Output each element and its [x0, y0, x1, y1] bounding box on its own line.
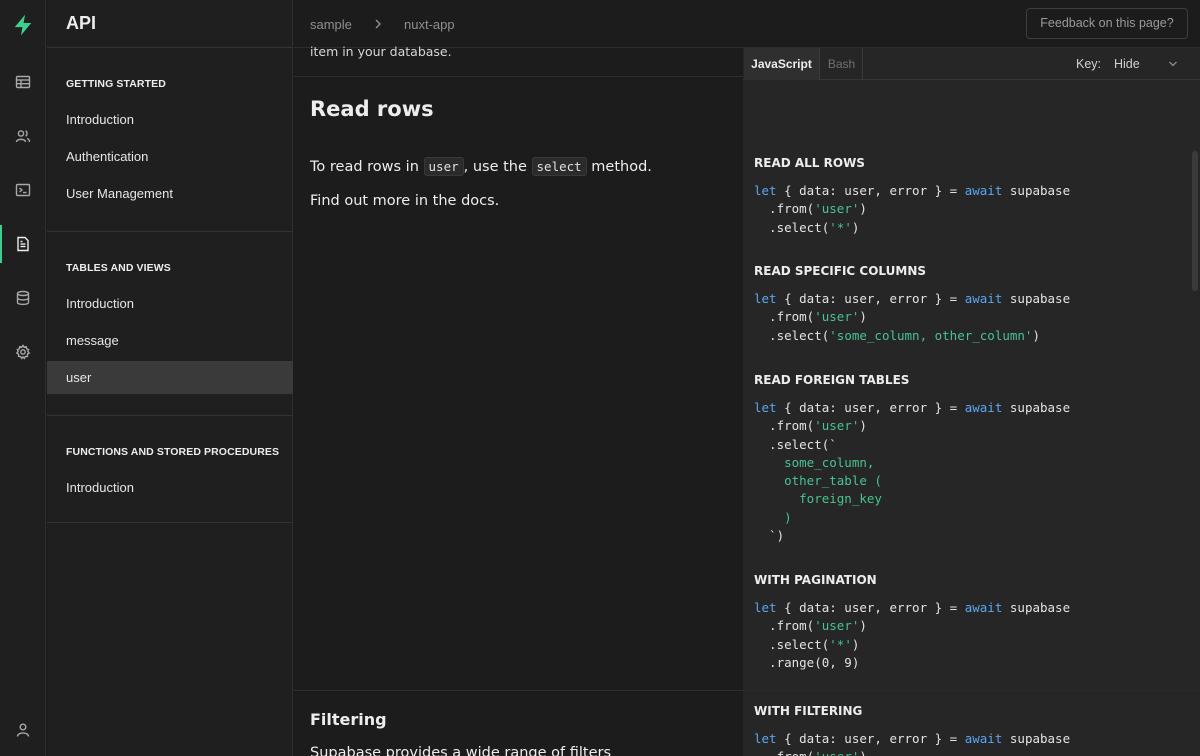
sidebar-item-introduction[interactable]: Introduction: [47, 103, 293, 136]
sidebar-item-user-management[interactable]: User Management: [47, 177, 293, 210]
chevron-right-icon: [375, 19, 381, 29]
database-icon[interactable]: [0, 279, 46, 317]
sidebar-section-tables-and-views: TABLES AND VIEWS Introduction message us…: [47, 231, 293, 415]
read-rows-description: To read rows in user, use the select met…: [310, 157, 652, 176]
docs-content: item in your database. Read rows To read…: [294, 44, 743, 756]
text-fragment: method.: [591, 159, 652, 175]
docs-link-text[interactable]: Find out more in the docs.: [310, 193, 499, 209]
breadcrumb-project[interactable]: sample: [310, 17, 352, 32]
section-title-filtering: Filtering: [310, 710, 387, 729]
section-divider: [294, 690, 743, 691]
text-fragment: To read rows in: [310, 159, 419, 175]
inline-code-method: select: [531, 157, 587, 176]
sidebar-heading: GETTING STARTED: [66, 78, 166, 90]
filtering-description: Supabase provides a wide range of filter…: [310, 745, 612, 756]
code-snippet: let { data: user, error } = await supaba…: [754, 400, 1071, 544]
code-snippet: let { data: user, error } = await supaba…: [754, 183, 1071, 235]
api-docs-icon[interactable]: [0, 225, 46, 263]
scrollbar[interactable]: [1192, 151, 1198, 291]
table-editor-icon[interactable]: [0, 63, 46, 101]
code-block-read-all-rows: READ ALL ROWS let { data: user, error } …: [754, 156, 1070, 237]
key-label: Key:: [1076, 57, 1102, 71]
icon-rail: [0, 0, 46, 756]
sidebar: API GETTING STARTED Introduction Authent…: [47, 0, 293, 756]
sidebar-item-authentication[interactable]: Authentication: [47, 140, 293, 173]
code-block-title: WITH PAGINATION: [754, 573, 877, 587]
settings-icon[interactable]: [0, 333, 46, 371]
profile-icon[interactable]: [0, 711, 46, 749]
code-snippet: let { data: user, error } = await supaba…: [754, 600, 1071, 670]
users-icon[interactable]: [0, 117, 46, 155]
code-block-title: READ SPECIFIC COLUMNS: [754, 264, 927, 278]
breadcrumb-app[interactable]: nuxt-app: [404, 17, 455, 32]
tab-bash[interactable]: Bash: [821, 48, 863, 80]
sql-terminal-icon[interactable]: [0, 171, 46, 209]
code-panel: JavaScript Bash Key: Hide READ ALL ROWS …: [743, 48, 1200, 756]
code-snippet: let { data: user, error } = await supaba…: [754, 291, 1071, 343]
sidebar-heading: FUNCTIONS AND STORED PROCEDURES: [66, 446, 280, 458]
chevron-down-icon[interactable]: [1168, 60, 1178, 68]
code-block-title: READ ALL ROWS: [754, 156, 865, 170]
code-block-read-foreign-tables: READ FOREIGN TABLES let { data: user, er…: [754, 373, 1070, 545]
sidebar-title: API: [66, 13, 97, 33]
sidebar-item-functions-introduction[interactable]: Introduction: [47, 471, 293, 504]
sidebar-section-getting-started: GETTING STARTED Introduction Authenticat…: [47, 47, 293, 231]
sidebar-item-user[interactable]: user: [47, 361, 293, 394]
feedback-button[interactable]: Feedback on this page?: [1026, 8, 1188, 39]
code-block-read-specific-columns: READ SPECIFIC COLUMNS let { data: user, …: [754, 264, 1070, 345]
truncated-paragraph: item in your database.: [310, 44, 452, 59]
language-tabs: JavaScript Bash Key: Hide: [743, 48, 1200, 80]
code-block-with-pagination: WITH PAGINATION let { data: user, error …: [754, 573, 1070, 672]
section-divider: [294, 76, 743, 77]
inline-code-table: user: [423, 157, 464, 176]
key-select[interactable]: Hide: [1114, 57, 1140, 71]
text-fragment: , use the: [463, 159, 527, 175]
tab-javascript[interactable]: JavaScript: [744, 48, 820, 80]
code-snippet: let { data: user, error } = await supaba…: [754, 731, 1071, 756]
code-block-title: WITH FILTERING: [754, 704, 863, 718]
sidebar-heading: TABLES AND VIEWS: [66, 262, 171, 274]
sidebar-item-message[interactable]: message: [47, 324, 293, 357]
supabase-logo-icon[interactable]: [0, 6, 46, 44]
sidebar-section-functions: FUNCTIONS AND STORED PROCEDURES Introduc…: [47, 415, 293, 523]
code-block-with-filtering: WITH FILTERING let { data: user, error }…: [754, 704, 1070, 756]
top-header: sample nuxt-app Feedback on this page?: [294, 0, 1200, 48]
code-block-title: READ FOREIGN TABLES: [754, 373, 910, 387]
sidebar-item-tables-introduction[interactable]: Introduction: [47, 287, 293, 320]
section-title-read-rows: Read rows: [310, 97, 434, 121]
section-divider: [743, 690, 1200, 691]
